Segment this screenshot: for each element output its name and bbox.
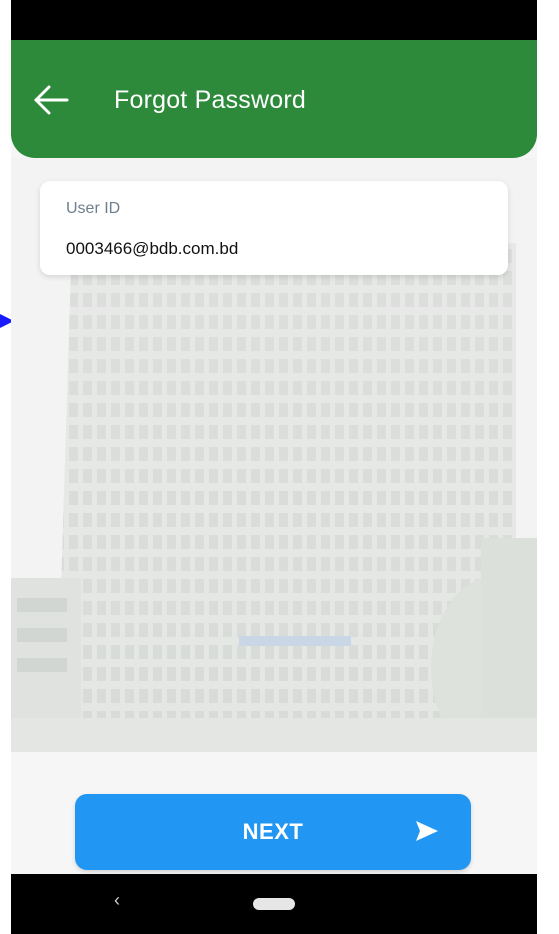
send-arrow-icon: [416, 821, 438, 841]
status-bar: [11, 0, 537, 40]
app-bar: Forgot Password: [11, 40, 537, 158]
arrow-left-icon: [34, 85, 69, 115]
user-id-label: User ID: [66, 200, 121, 217]
user-id-input[interactable]: 0003466@bdb.com.bd: [66, 239, 476, 259]
next-button-label: NEXT: [242, 819, 304, 844]
home-pill-icon[interactable]: [253, 898, 295, 910]
phone-screen: Forgot Password User ID 0003466@bdb.com.…: [11, 0, 537, 934]
next-button[interactable]: NEXT: [75, 794, 471, 870]
system-nav-bar: ‹: [11, 874, 537, 934]
user-id-card: User ID 0003466@bdb.com.bd: [40, 181, 508, 275]
page: Forgot Password User ID 0003466@bdb.com.…: [0, 0, 559, 934]
back-button[interactable]: [29, 78, 73, 122]
page-title: Forgot Password: [114, 86, 306, 114]
nav-back-icon[interactable]: ‹: [114, 890, 120, 911]
